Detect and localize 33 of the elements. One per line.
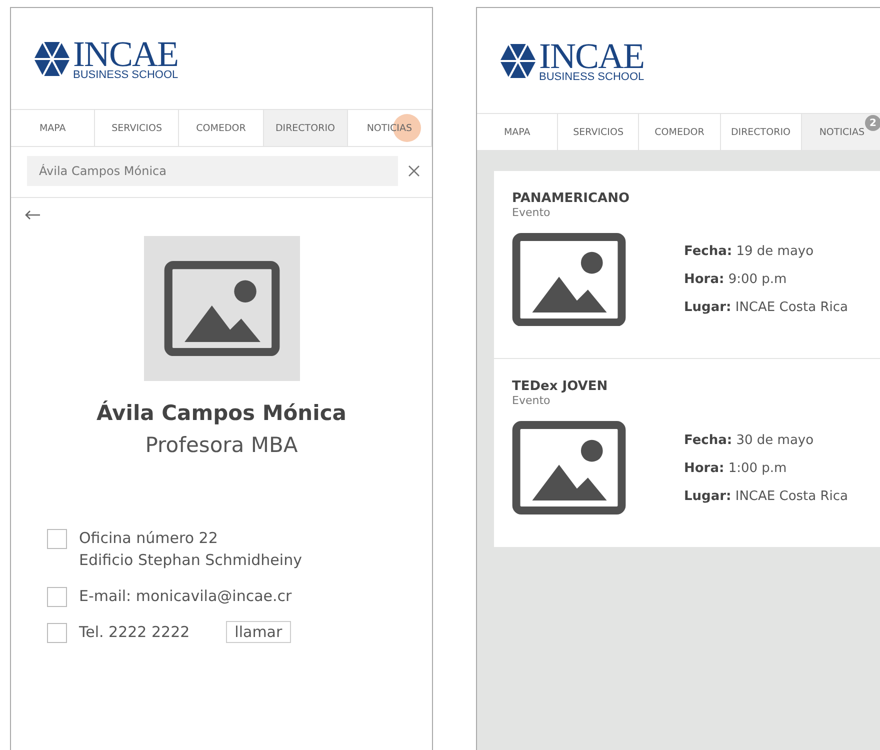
hexagon-logo-icon — [33, 40, 71, 76]
profile-name: Ávila Campos Mónica — [96, 401, 346, 425]
news-title: TEDex JOVEN — [512, 379, 609, 394]
hexagon-logo-icon — [499, 42, 537, 78]
news-detail: Fecha: 19 de mayo — [684, 244, 815, 260]
nav-tab[interactable]: DIRECTORIO — [264, 110, 348, 146]
news-category: Evento — [512, 206, 552, 219]
checkbox[interactable] — [47, 587, 67, 607]
notification-badge: 2 — [865, 115, 880, 131]
search-field[interactable]: Ávila Campos Mónica — [27, 156, 398, 186]
profile-role: Profesora MBA — [145, 433, 298, 457]
call-button[interactable]: llamar — [226, 621, 292, 643]
nav-tab[interactable]: NOTICIAS 2 — [802, 114, 880, 150]
close-button[interactable] — [408, 165, 420, 177]
news-detail: Hora: 9:00 p.m — [684, 272, 788, 288]
logo-subtitle: BUSINESS SCHOOL — [539, 72, 644, 83]
news-detail: Fecha: 30 de mayo — [684, 432, 815, 448]
contact-text: Oficina número 22 Edificio Stephan Schmidheiny — [79, 528, 302, 571]
news-detail: Lugar: INCAE Costa Rica — [684, 488, 848, 504]
image-icon — [164, 260, 280, 356]
image-icon — [512, 233, 626, 326]
news-title: PANAMERICANO — [512, 191, 631, 206]
contact-text: E-mail: monicavila@incae.cr — [79, 586, 292, 607]
back-arrow-icon[interactable] — [25, 210, 41, 220]
nav-tab[interactable]: DIRECTORIO — [720, 114, 802, 150]
news-category: Evento — [512, 394, 552, 408]
image-icon — [512, 421, 626, 515]
contact-text: Tel. 2222 2222 — [79, 622, 190, 643]
checkbox[interactable] — [47, 529, 67, 549]
news-detail: Hora: 1:00 p.m — [684, 460, 788, 476]
logo-subtitle: BUSINESS SCHOOL — [73, 70, 178, 81]
news-detail: Lugar: INCAE Costa Rica — [684, 300, 848, 316]
checkbox[interactable] — [47, 623, 67, 643]
